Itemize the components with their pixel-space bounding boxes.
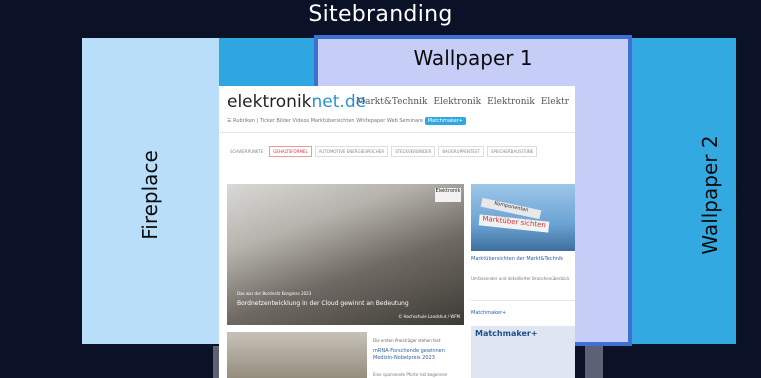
divider [219, 132, 575, 133]
wallpaper-2-label: Wallpaper 2 [698, 135, 722, 255]
hero-subtitle: Das war der Bordnetz Kongress 2023 [237, 291, 312, 296]
topic-tag: GEHALTSFORMEL [269, 146, 312, 157]
brand-link: Elektronik [433, 97, 482, 107]
hero-credit: © Hochschule Landshut / WFM [398, 314, 460, 319]
sitebranding-top-bar [219, 38, 314, 86]
site-shadow-right [585, 346, 603, 378]
side-text: Umfassender und detaillierter Branchenüb… [471, 276, 570, 281]
nav-pill: Matchmaker+ [424, 117, 466, 125]
topic-tag: BAUGRUPPENTEST [438, 146, 484, 157]
topic-tag: AUTOMOTIVE ENERGIESPEICHER [314, 146, 389, 157]
website-screenshot: elektroniknet.de Markt&Technik Elektronik… [219, 86, 575, 378]
brand-links: Markt&Technik Elektronik Elektronik Elektr [350, 97, 569, 107]
diagram-title: Sitebranding [308, 2, 453, 27]
matchmaker-card-title: Matchmaker+ [475, 329, 538, 338]
hero-image: Elektronik Das war der Bordnetz Kongress… [227, 184, 464, 325]
bottom-image [227, 332, 367, 378]
topic-tags: SCHWERPUNKTE GEHALTSFORMEL AUTOMOTIVE ENER… [227, 146, 540, 157]
brand-link: Elektronik [487, 97, 535, 107]
topic-tag: STECKVERBINDER [391, 146, 436, 157]
bottom-teaser: Eine spannende Pforte hat begonnen [373, 372, 448, 377]
topic-tag: SCHWERPUNKTE [230, 149, 264, 154]
site-nav: ☰ Rubriken | Ticker Bilder Videos Marktü… [227, 117, 466, 125]
side-divider [471, 300, 575, 301]
bottom-headline: mRNA-Forschende gewinnen Medizin-Nobelpr… [373, 348, 445, 361]
logo-main: elektronik [227, 92, 312, 112]
matchmaker-label: Matchmaker+ [471, 310, 507, 316]
brand-link: Elektr [540, 97, 569, 107]
hero-caption: Bordnetzentwicklung in der Cloud gewinnt… [237, 300, 409, 307]
hero-badge: Elektronik [435, 188, 461, 202]
brand-link: Markt&Technik [355, 97, 428, 107]
side-title: Marktübersichten der Markt&Technik [471, 256, 564, 262]
site-logo: elektroniknet.de [227, 92, 366, 112]
bottom-kicker: Die ersten Preisträger stehen fest [373, 338, 441, 343]
topic-tag: SPEICHERBAUSTEINE [486, 146, 538, 157]
nav-items: ☰ Rubriken | Ticker Bilder Videos Marktü… [227, 118, 424, 124]
matchmaker-card: Matchmaker+ [471, 326, 575, 378]
wallpaper-1-label: Wallpaper 1 [413, 46, 533, 70]
side-image: Komponenten Marktüber sichten [471, 184, 575, 251]
fireplace-label: Fireplace [138, 150, 162, 240]
